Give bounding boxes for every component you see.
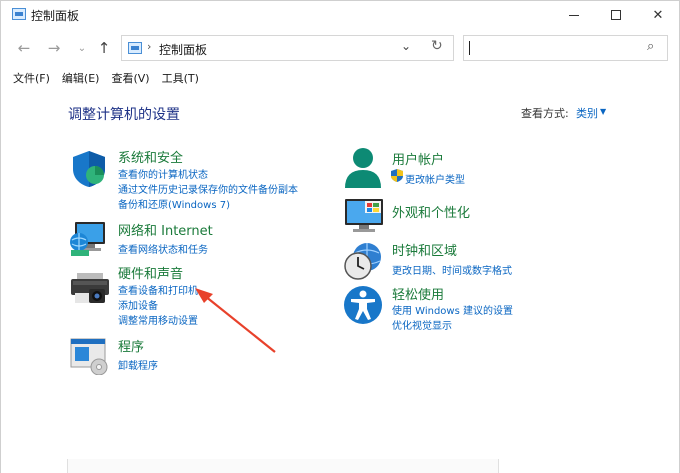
window-title: 控制面板	[31, 9, 80, 23]
address-dropdown-icon[interactable]: ⌄	[401, 39, 411, 53]
address-bar[interactable]: › 控制面板 ⌄ ↻	[121, 35, 454, 61]
link-network-status[interactable]: 查看网络状态和任务	[118, 241, 208, 256]
category-network-internet[interactable]: 网络和 Internet	[118, 220, 213, 239]
link-recommended-settings[interactable]: 使用 Windows 建议的设置	[392, 302, 513, 317]
refresh-icon[interactable]: ↻	[431, 38, 443, 54]
link-backup-restore[interactable]: 备份和还原(Windows 7)	[118, 196, 230, 211]
personalization-monitor-icon[interactable]	[343, 197, 385, 235]
category-user-accounts[interactable]: 用户帐户	[392, 149, 444, 168]
maximize-icon	[611, 10, 621, 20]
minimize-icon	[569, 14, 579, 16]
recent-locations-button[interactable]: ⌄	[71, 38, 93, 58]
breadcrumb[interactable]: 控制面板	[159, 41, 207, 58]
bottom-edge	[67, 459, 499, 473]
category-ease-of-access[interactable]: 轻松使用	[392, 284, 444, 303]
link-mobility-settings[interactable]: 调整常用移动设置	[118, 312, 198, 327]
link-add-device[interactable]: 添加设备	[118, 297, 158, 312]
link-devices-printers[interactable]: 查看设备和打印机	[118, 282, 198, 297]
control-panel-icon	[128, 42, 142, 54]
accessibility-icon[interactable]	[343, 285, 383, 325]
view-by-dropdown[interactable]: 类别	[576, 105, 598, 121]
menu-tools[interactable]: 工具(T)	[162, 69, 199, 89]
forward-button[interactable]: →	[43, 38, 65, 58]
category-system-security[interactable]: 系统和安全	[118, 147, 183, 166]
search-input[interactable]: ⌕	[463, 35, 668, 61]
network-globe-icon[interactable]	[69, 220, 109, 258]
link-view-computer-status[interactable]: 查看你的计算机状态	[118, 166, 208, 181]
category-appearance[interactable]: 外观和个性化	[392, 202, 470, 221]
search-icon[interactable]: ⌕	[647, 39, 654, 54]
menu-view[interactable]: 查看(V)	[111, 69, 149, 89]
category-programs[interactable]: 程序	[118, 336, 144, 355]
link-uninstall-program[interactable]: 卸载程序	[118, 357, 158, 372]
up-button[interactable]: ↑	[93, 38, 115, 58]
link-change-account-type[interactable]: 更改帐户类型	[405, 171, 465, 186]
shield-icon[interactable]	[69, 149, 109, 189]
annotation-arrow	[191, 286, 281, 356]
arrow-left-icon: ←	[17, 39, 31, 57]
title-bar: 控制面板 ✕	[1, 1, 679, 29]
view-by-label: 查看方式:	[521, 107, 569, 120]
caret-down-icon[interactable]: ▼	[600, 107, 606, 116]
user-accounts-icon[interactable]	[343, 146, 383, 190]
printer-icon[interactable]	[69, 271, 111, 307]
navigation-bar: ← → ⌄ ↑ › 控制面板 ⌄ ↻ ⌕	[1, 29, 679, 67]
maximize-button[interactable]	[595, 1, 637, 29]
back-button[interactable]: ←	[13, 38, 35, 58]
link-change-date-time[interactable]: 更改日期、时间或数字格式	[392, 262, 512, 277]
close-button[interactable]: ✕	[637, 1, 679, 29]
page-title: 调整计算机的设置	[68, 107, 180, 123]
chevron-down-icon: ⌄	[77, 42, 87, 54]
clock-globe-icon[interactable]	[343, 241, 385, 281]
breadcrumb-chevron-icon[interactable]: ›	[147, 40, 151, 53]
control-panel-icon	[12, 8, 26, 20]
close-icon: ✕	[652, 7, 664, 23]
category-clock-region[interactable]: 时钟和区域	[392, 240, 457, 259]
arrow-up-icon: ↑	[97, 39, 111, 57]
menu-bar: 文件(F) 编辑(E) 查看(V) 工具(T)	[1, 69, 679, 89]
link-optimize-display[interactable]: 优化视觉显示	[392, 317, 452, 332]
menu-file[interactable]: 文件(F)	[13, 69, 50, 89]
uac-shield-icon	[391, 169, 403, 182]
minimize-button[interactable]	[553, 1, 595, 29]
programs-icon[interactable]	[69, 337, 109, 375]
menu-edit[interactable]: 编辑(E)	[62, 69, 100, 89]
text-caret	[469, 41, 470, 55]
control-panel-window: 控制面板 ✕ ← → ⌄ ↑ › 控制面板 ⌄ ↻ ⌕ 文件(F) 编辑(E) …	[0, 0, 680, 473]
link-file-history[interactable]: 通过文件历史记录保存你的文件备份副本	[118, 181, 298, 196]
category-hardware-sound[interactable]: 硬件和声音	[118, 263, 183, 282]
arrow-right-icon: →	[47, 39, 61, 57]
